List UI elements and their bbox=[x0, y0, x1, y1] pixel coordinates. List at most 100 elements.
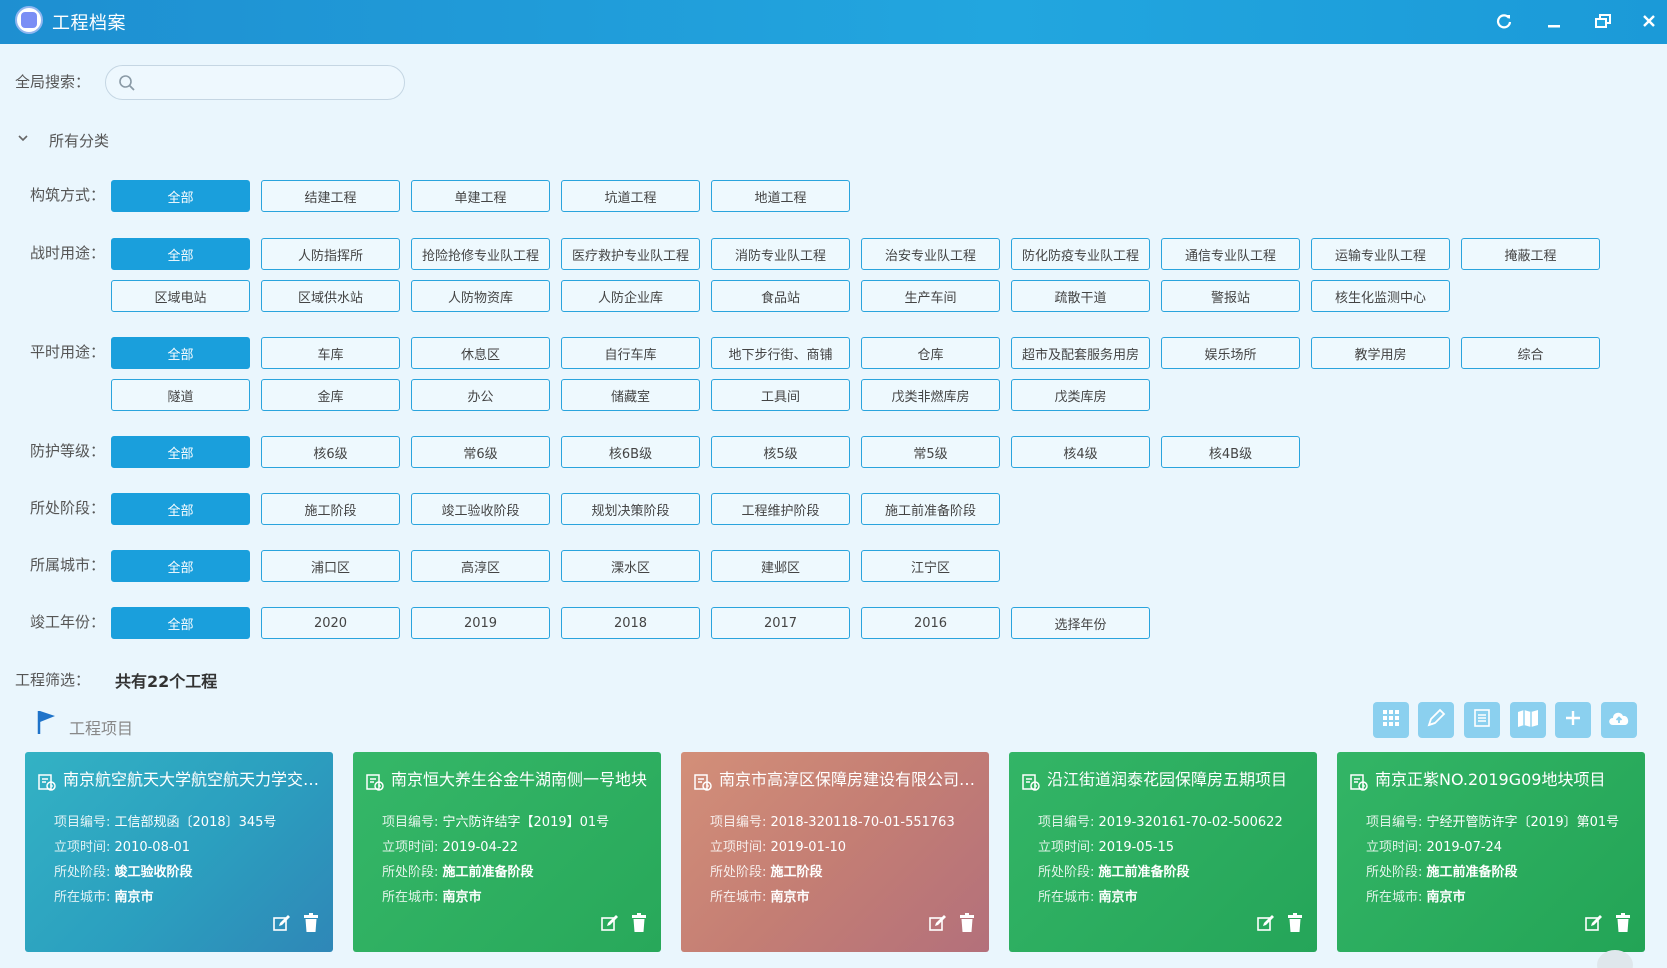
project-card[interactable]: 南京恒大养生谷金牛湖南侧一号地块 项目编号: 宁六防许结字【2019】01号 立项时… bbox=[353, 752, 661, 952]
filter-chip-peacetime[interactable]: 储藏室 bbox=[561, 379, 700, 411]
filter-chip-city[interactable]: 高淳区 bbox=[411, 550, 550, 582]
project-card[interactable]: 南京正紫NO.2019G09地块项目 项目编号: 宁经开管防许字〔2019〕第01… bbox=[1337, 752, 1645, 952]
filter-chip-wartime[interactable]: 人防指挥所 bbox=[261, 238, 400, 270]
filter-chip-year[interactable]: 2020 bbox=[261, 607, 400, 639]
filter-chip-city[interactable]: 溧水区 bbox=[561, 550, 700, 582]
edit-icon[interactable] bbox=[601, 914, 619, 936]
close-icon[interactable] bbox=[1636, 8, 1662, 34]
project-title[interactable]: 南京正紫NO.2019G09地块项目 bbox=[1375, 766, 1637, 790]
filter-chip-peacetime[interactable]: 戊类库房 bbox=[1011, 379, 1150, 411]
project-card[interactable]: 沿江街道润泰花园保障房五期项目 项目编号: 2019-320161-70-02-5… bbox=[1009, 752, 1317, 952]
search-input[interactable] bbox=[140, 70, 395, 95]
filter-chip-city[interactable]: 建邺区 bbox=[711, 550, 850, 582]
filter-chip-peacetime[interactable]: 教学用房 bbox=[1311, 337, 1450, 369]
filter-chip-wartime[interactable]: 区域电站 bbox=[111, 280, 250, 312]
filter-chip-protection[interactable]: 核6级 bbox=[261, 436, 400, 468]
project-title[interactable]: 沿江街道润泰花园保障房五期项目 bbox=[1047, 766, 1309, 790]
filter-chip-city[interactable]: 江宁区 bbox=[861, 550, 1000, 582]
chevron-down-icon[interactable] bbox=[16, 130, 30, 149]
filter-chip-protection[interactable]: 常5级 bbox=[861, 436, 1000, 468]
filter-chip-wartime[interactable]: 生产车间 bbox=[861, 280, 1000, 312]
filter-chip-wartime[interactable]: 防化防疫专业队工程 bbox=[1011, 238, 1150, 270]
filter-chip-construction[interactable]: 结建工程 bbox=[261, 180, 400, 212]
filter-chip-wartime[interactable]: 运输专业队工程 bbox=[1311, 238, 1450, 270]
edit-icon[interactable] bbox=[1257, 914, 1275, 936]
filter-chip-stage[interactable]: 规划决策阶段 bbox=[561, 493, 700, 525]
grid-view-button[interactable] bbox=[1373, 702, 1409, 738]
refresh-icon[interactable] bbox=[1491, 8, 1517, 34]
filter-chip-construction[interactable]: 全部 bbox=[111, 180, 250, 212]
project-title[interactable]: 南京市高淳区保障房建设有限公司项目 bbox=[719, 766, 981, 790]
add-project-button[interactable] bbox=[1555, 702, 1591, 738]
filter-chip-wartime[interactable]: 掩蔽工程 bbox=[1461, 238, 1600, 270]
filter-chip-construction[interactable]: 地道工程 bbox=[711, 180, 850, 212]
list-view-button[interactable] bbox=[1464, 702, 1500, 738]
filter-chip-year[interactable]: 2016 bbox=[861, 607, 1000, 639]
upload-button[interactable] bbox=[1601, 702, 1637, 738]
edit-tool-button[interactable] bbox=[1418, 702, 1454, 738]
search-box[interactable] bbox=[105, 65, 405, 100]
project-card[interactable]: 南京航空航天大学航空航天力学交叉研究中心项目编号: 工信部规函〔2018〕345… bbox=[25, 752, 333, 952]
filter-chip-peacetime[interactable]: 综合 bbox=[1461, 337, 1600, 369]
trash-icon[interactable] bbox=[959, 913, 975, 937]
filter-chip-peacetime[interactable]: 工具间 bbox=[711, 379, 850, 411]
filter-chip-protection[interactable]: 核4B级 bbox=[1161, 436, 1300, 468]
filter-chip-peacetime[interactable]: 全部 bbox=[111, 337, 250, 369]
filter-chip-protection[interactable]: 核6B级 bbox=[561, 436, 700, 468]
map-view-button[interactable] bbox=[1510, 702, 1546, 738]
filter-chip-wartime[interactable]: 治安专业队工程 bbox=[861, 238, 1000, 270]
trash-icon[interactable] bbox=[1615, 913, 1631, 937]
filter-chip-wartime[interactable]: 警报站 bbox=[1161, 280, 1300, 312]
minimize-icon[interactable] bbox=[1541, 8, 1567, 34]
filter-chip-wartime[interactable]: 医疗救护专业队工程 bbox=[561, 238, 700, 270]
filter-chip-construction[interactable]: 坑道工程 bbox=[561, 180, 700, 212]
filter-chip-peacetime[interactable]: 娱乐场所 bbox=[1161, 337, 1300, 369]
filter-chip-wartime[interactable]: 消防专业队工程 bbox=[711, 238, 850, 270]
filter-chip-peacetime[interactable]: 超市及配套服务用房 bbox=[1011, 337, 1150, 369]
edit-icon[interactable] bbox=[1585, 914, 1603, 936]
edit-icon[interactable] bbox=[273, 914, 291, 936]
filter-chip-year[interactable]: 全部 bbox=[111, 607, 250, 639]
filter-chip-city[interactable]: 全部 bbox=[111, 550, 250, 582]
filter-chip-wartime[interactable]: 疏散干道 bbox=[1011, 280, 1150, 312]
trash-icon[interactable] bbox=[631, 913, 647, 937]
filter-chip-protection[interactable]: 全部 bbox=[111, 436, 250, 468]
filter-chip-stage[interactable]: 竣工验收阶段 bbox=[411, 493, 550, 525]
filter-chip-peacetime[interactable]: 隧道 bbox=[111, 379, 250, 411]
filter-chip-construction[interactable]: 单建工程 bbox=[411, 180, 550, 212]
filter-chip-year[interactable]: 2019 bbox=[411, 607, 550, 639]
filter-chip-peacetime[interactable]: 办公 bbox=[411, 379, 550, 411]
filter-chip-wartime[interactable]: 核生化监测中心 bbox=[1311, 280, 1450, 312]
project-title[interactable]: 南京恒大养生谷金牛湖南侧一号地块 bbox=[391, 766, 653, 790]
scroll-down-button[interactable] bbox=[1597, 950, 1633, 968]
filter-chip-stage[interactable]: 施工阶段 bbox=[261, 493, 400, 525]
filter-chip-year[interactable]: 2017 bbox=[711, 607, 850, 639]
filter-chip-wartime[interactable]: 抢险抢修专业队工程 bbox=[411, 238, 550, 270]
restore-icon[interactable] bbox=[1590, 8, 1616, 34]
project-title[interactable]: 南京航空航天大学航空航天力学交叉研究中心 bbox=[63, 766, 325, 790]
edit-icon[interactable] bbox=[929, 914, 947, 936]
filter-chip-wartime[interactable]: 人防企业库 bbox=[561, 280, 700, 312]
filter-chip-protection[interactable]: 核4级 bbox=[1011, 436, 1150, 468]
trash-icon[interactable] bbox=[303, 913, 319, 937]
filter-chip-stage[interactable]: 全部 bbox=[111, 493, 250, 525]
filter-chip-peacetime[interactable]: 地下步行街、商铺 bbox=[711, 337, 850, 369]
filter-chip-protection[interactable]: 常6级 bbox=[411, 436, 550, 468]
filter-chip-peacetime[interactable]: 仓库 bbox=[861, 337, 1000, 369]
filter-chip-peacetime[interactable]: 休息区 bbox=[411, 337, 550, 369]
filter-chip-peacetime[interactable]: 金库 bbox=[261, 379, 400, 411]
trash-icon[interactable] bbox=[1287, 913, 1303, 937]
filter-chip-year[interactable]: 2018 bbox=[561, 607, 700, 639]
filter-chip-protection[interactable]: 核5级 bbox=[711, 436, 850, 468]
filter-chip-wartime[interactable]: 区域供水站 bbox=[261, 280, 400, 312]
filter-chip-wartime[interactable]: 通信专业队工程 bbox=[1161, 238, 1300, 270]
filter-chip-stage[interactable]: 工程维护阶段 bbox=[711, 493, 850, 525]
filter-chip-year[interactable]: 选择年份 bbox=[1011, 607, 1150, 639]
filter-chip-peacetime[interactable]: 自行车库 bbox=[561, 337, 700, 369]
filter-chip-wartime[interactable]: 食品站 bbox=[711, 280, 850, 312]
filter-chip-stage[interactable]: 施工前准备阶段 bbox=[861, 493, 1000, 525]
filter-chip-peacetime[interactable]: 戊类非燃库房 bbox=[861, 379, 1000, 411]
filter-chip-wartime[interactable]: 人防物资库 bbox=[411, 280, 550, 312]
filter-chip-city[interactable]: 浦口区 bbox=[261, 550, 400, 582]
project-card[interactable]: 南京市高淳区保障房建设有限公司项目 项目编号: 2018-320118-70-01… bbox=[681, 752, 989, 952]
